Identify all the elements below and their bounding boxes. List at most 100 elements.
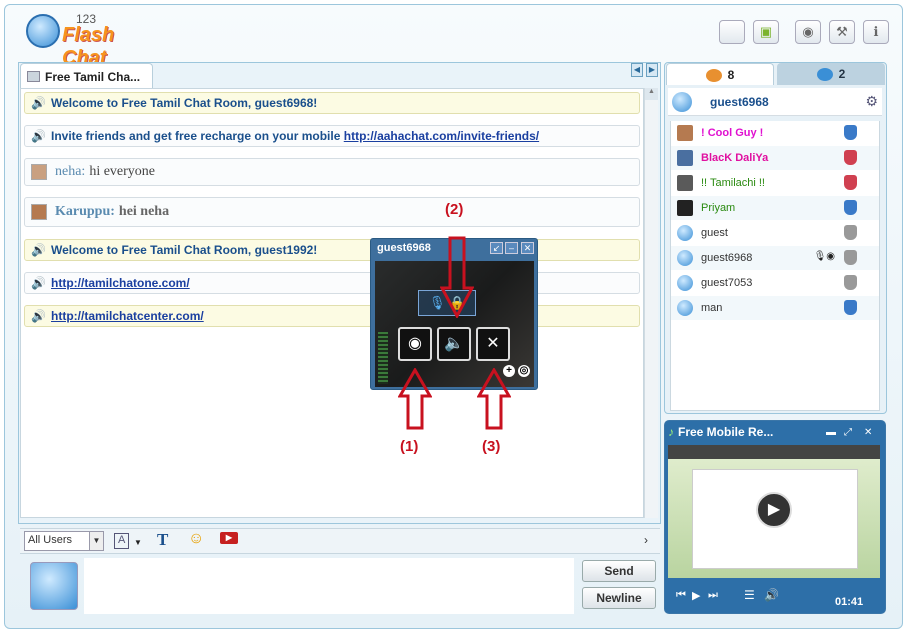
recipient-select[interactable]: All Users ▼ bbox=[24, 531, 104, 551]
invite-link[interactable]: http://aahachat.com/invite-friends/ bbox=[344, 129, 539, 143]
unknown-gender-icon bbox=[844, 275, 857, 290]
font-color-icon[interactable]: A bbox=[114, 533, 130, 549]
volume-icon[interactable]: 🔊 bbox=[764, 588, 779, 602]
tab-chat-room[interactable]: Free Tamil Cha... bbox=[20, 63, 153, 88]
user-list-item[interactable]: guest7053 bbox=[671, 271, 879, 295]
unknown-gender-icon bbox=[844, 250, 857, 265]
message-text: Welcome to Free Tamil Chat Room, guest69… bbox=[51, 96, 318, 110]
tab-scroll-left-icon[interactable]: ◀ bbox=[631, 63, 643, 77]
message-scrollbar[interactable]: ▲ bbox=[644, 88, 658, 518]
speaker-icon: 🔊 bbox=[31, 96, 46, 110]
avatar[interactable] bbox=[31, 164, 47, 180]
speaker-icon: 🔊 bbox=[31, 129, 46, 143]
message-sender[interactable]: neha: bbox=[55, 164, 85, 180]
popout-icon[interactable]: ↙ bbox=[490, 242, 503, 254]
system-message: 🔊 Welcome to Free Tamil Chat Room, guest1… bbox=[24, 239, 640, 261]
android-icon[interactable]: ▣ bbox=[753, 20, 779, 44]
chevron-down-icon[interactable]: ▼ bbox=[134, 538, 142, 547]
play-small-icon[interactable]: ▶ bbox=[692, 589, 700, 602]
youtube-icon[interactable]: ▶ bbox=[220, 532, 238, 544]
user-list-item[interactable]: man bbox=[671, 296, 879, 320]
message-link[interactable]: http://tamilchatone.com/ bbox=[51, 276, 190, 290]
close-icon[interactable]: ✕ bbox=[864, 427, 872, 438]
user-name: !! Tamilachi !! bbox=[701, 177, 765, 189]
music-icon: ♪ bbox=[668, 425, 674, 439]
speaker-icon: 🔊 bbox=[31, 309, 46, 323]
mute-video-button[interactable]: ✕ bbox=[476, 327, 510, 361]
video-title: ♪ Free Mobile Re... bbox=[668, 425, 773, 439]
annotation-arrow-down bbox=[440, 236, 474, 318]
message-text: Welcome to Free Tamil Chat Room, guest19… bbox=[51, 243, 318, 257]
message-sender[interactable]: Karuppu: bbox=[55, 204, 115, 220]
message-input[interactable] bbox=[84, 558, 574, 614]
message-text: hei neha bbox=[118, 204, 170, 219]
user-list-item[interactable]: !! Tamilachi !! bbox=[671, 171, 879, 195]
annotation-label-3: (3) bbox=[482, 438, 501, 455]
close-icon[interactable]: ✕ bbox=[521, 242, 534, 254]
top-toolbar: ▣ ◉ ⚒ ℹ bbox=[719, 20, 889, 44]
speaker-button[interactable]: 🔈 bbox=[437, 327, 471, 361]
send-button[interactable]: Send bbox=[582, 560, 656, 582]
link-message: 🔊 http://tamilchatcenter.com/ bbox=[24, 305, 640, 327]
status-icon[interactable] bbox=[672, 92, 692, 112]
recipient-select-value: All Users bbox=[28, 534, 73, 546]
next-icon[interactable]: ⏭ bbox=[708, 589, 718, 602]
user-list-item[interactable]: ! Cool Guy ! bbox=[671, 121, 879, 145]
smiley-icon[interactable]: ☺ bbox=[188, 530, 204, 548]
user-avatar bbox=[677, 275, 693, 291]
link-message: 🔊 http://tamilchatone.com/ bbox=[24, 272, 640, 294]
newline-button[interactable]: Newline bbox=[582, 587, 656, 609]
male-icon bbox=[844, 200, 857, 215]
chevron-right-icon[interactable]: › bbox=[644, 533, 648, 547]
room-icon bbox=[27, 71, 40, 82]
logo: 123 Flash Chat bbox=[26, 12, 156, 69]
minimize-icon[interactable]: ▬ bbox=[826, 427, 836, 438]
mic-webcam-icon: 🎙◉ bbox=[813, 251, 835, 262]
tab-rooms[interactable]: 2 bbox=[777, 63, 885, 85]
fullscreen-icon[interactable]: ⤢ bbox=[844, 427, 852, 438]
gear-icon[interactable]: ⚙ bbox=[865, 93, 878, 110]
user-list-item[interactable]: guest bbox=[671, 221, 879, 245]
webcam-icon[interactable]: ◉ bbox=[795, 20, 821, 44]
system-message: 🔊 Welcome to Free Tamil Chat Room, guest6… bbox=[24, 92, 640, 114]
user-list-item[interactable]: BlacK DaliYa bbox=[671, 146, 879, 170]
webcam-button[interactable]: ◉ bbox=[398, 327, 432, 361]
tab-users[interactable]: 8 bbox=[666, 63, 774, 85]
video-time: 01:41 bbox=[835, 596, 864, 608]
apple-icon[interactable] bbox=[719, 20, 745, 44]
user-avatar bbox=[677, 175, 693, 191]
logo-bird-icon bbox=[26, 14, 60, 48]
wrench-icon[interactable]: ⚒ bbox=[829, 20, 855, 44]
user-avatar bbox=[677, 250, 693, 266]
male-icon bbox=[844, 300, 857, 315]
play-icon[interactable]: ▶ bbox=[756, 492, 792, 528]
user-list-item[interactable]: guest6968 🎙◉ bbox=[671, 246, 879, 270]
message-link[interactable]: http://tamilchatcenter.com/ bbox=[51, 309, 204, 323]
message-text: hi everyone bbox=[89, 164, 156, 179]
user-avatar bbox=[677, 200, 693, 216]
prev-icon[interactable]: ⏮ bbox=[676, 589, 686, 602]
speaker-icon: 🔊 bbox=[31, 243, 46, 257]
rooms-count: 2 bbox=[838, 67, 846, 81]
avatar[interactable] bbox=[31, 204, 47, 220]
user-list-item[interactable]: Priyam bbox=[671, 196, 879, 220]
scroll-up-icon[interactable]: ▲ bbox=[645, 88, 658, 100]
minimize-icon[interactable]: – bbox=[505, 242, 518, 254]
user-name: ! Cool Guy ! bbox=[701, 127, 764, 139]
playlist-icon[interactable]: ☰ bbox=[744, 588, 755, 602]
my-avatar[interactable] bbox=[30, 562, 78, 610]
popup-title: guest6968 bbox=[377, 242, 431, 254]
user-avatar bbox=[677, 225, 693, 241]
annotation-label-2: (2) bbox=[445, 201, 464, 218]
text-format-icon[interactable]: T bbox=[157, 530, 168, 550]
tab-label: Free Tamil Cha... bbox=[45, 70, 141, 84]
rooms-icon bbox=[816, 68, 833, 82]
system-message: 🔊 Invite friends and get free recharge on… bbox=[24, 125, 640, 147]
tab-scroll-right-icon[interactable]: ▶ bbox=[646, 63, 658, 77]
female-icon bbox=[844, 150, 857, 165]
fit-screen-icon[interactable]: ◎ bbox=[518, 365, 530, 377]
info-icon[interactable]: ℹ bbox=[863, 20, 889, 44]
chevron-down-icon[interactable]: ▼ bbox=[89, 532, 103, 550]
annotation-arrow-up-1 bbox=[398, 368, 432, 430]
message-area bbox=[20, 88, 644, 518]
